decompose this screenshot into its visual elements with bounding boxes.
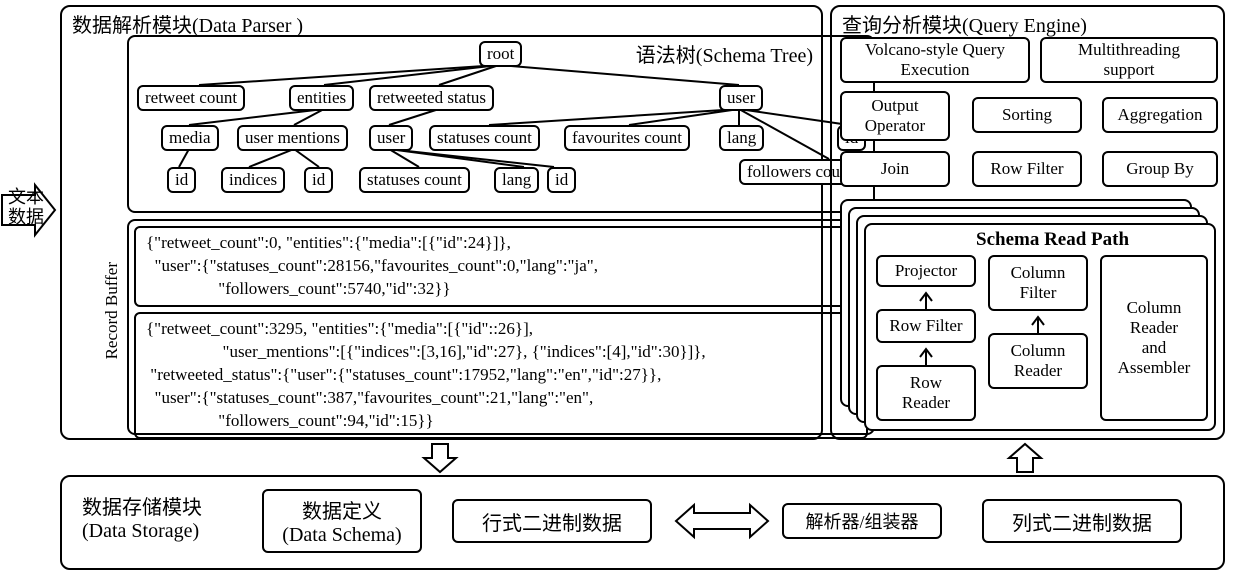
schema-read-path-title: Schema Read Path <box>976 229 1129 251</box>
storage-title-en: (Data Storage) <box>82 520 202 543</box>
record-buffer-label: Record Buffer <box>102 262 122 359</box>
input-arrow: 文本 数据 <box>0 180 60 245</box>
sorting-box: Sorting <box>972 97 1082 133</box>
col-binary-box: 列式二进制数据 <box>982 499 1182 543</box>
multithreading-box: Multithreading support <box>1040 37 1218 83</box>
node-media: media <box>161 125 219 151</box>
row-filter2-box: Row Filter <box>876 309 976 343</box>
node-user: user <box>719 85 763 111</box>
schema-en: (Data Schema) <box>282 524 401 547</box>
node-root: root <box>479 41 522 67</box>
join-box: Join <box>840 151 950 187</box>
arrow-down-parser <box>420 442 460 474</box>
node-indices: indices <box>221 167 285 193</box>
node-lang: lang <box>719 125 764 151</box>
node-retweeted-status: retweeted status <box>369 85 494 111</box>
node-id1: id <box>167 167 196 193</box>
row-reader-box: Row Reader <box>876 365 976 421</box>
row-binary-box: 行式二进制数据 <box>452 499 652 543</box>
json-record-1: {"retweet_count":0, "entities":{"media":… <box>134 226 868 307</box>
data-parser-panel: 数据解析模块(Data Parser ) 语法树(Schema Tree) <box>60 5 823 440</box>
volcano-box: Volcano-style Query Execution <box>840 37 1030 83</box>
record-buffer-panel: {"retweet_count":0, "entities":{"media":… <box>127 219 875 435</box>
arrow-up-1 <box>918 289 934 309</box>
arrow-up-2 <box>918 345 934 365</box>
arrow-up-query <box>1005 442 1045 474</box>
node-retweet-count: retweet count <box>137 85 245 111</box>
parser-assembler-box: 解析器/组装器 <box>782 503 942 539</box>
node-entities: entities <box>289 85 354 111</box>
schema-tree-title: 语法树(Schema Tree) <box>636 39 813 68</box>
row-filter-box: Row Filter <box>972 151 1082 187</box>
query-engine-panel: 查询分析模块(Query Engine) Volcano-style Query… <box>830 5 1225 440</box>
json-record-2: {"retweet_count":3295, "entities":{"medi… <box>134 312 868 439</box>
column-reader-assembler-box: Column Reader and Assembler <box>1100 255 1208 421</box>
node-id3: id <box>547 167 576 193</box>
node-statuses-count: statuses count <box>429 125 540 151</box>
schema-tree-panel: 语法树(Schema Tree) <box>127 35 875 213</box>
node-lang2: lang <box>494 167 539 193</box>
input-label: 文本 数据 <box>8 188 44 228</box>
output-operator-box: Output Operator <box>840 91 950 141</box>
column-filter-box: Column Filter <box>988 255 1088 311</box>
data-storage-panel: 数据存储模块 (Data Storage) 数据定义 (Data Schema)… <box>60 475 1225 570</box>
node-favourites-count: favourites count <box>564 125 690 151</box>
schema-read-path-stack: Schema Read Path Projector Row Filter Ro… <box>840 199 1218 431</box>
parser-title: 数据解析模块(Data Parser ) <box>72 9 303 38</box>
node-id2: id <box>304 167 333 193</box>
aggregation-box: Aggregation <box>1102 97 1218 133</box>
column-reader-box: Column Reader <box>988 333 1088 389</box>
arrow-up-3 <box>1030 313 1046 333</box>
group-by-box: Group By <box>1102 151 1218 187</box>
node-user2: user <box>369 125 413 151</box>
schema-cn: 数据定义 <box>302 495 382 524</box>
projector-box: Projector <box>876 255 976 287</box>
node-user-mentions: user mentions <box>237 125 348 151</box>
storage-title-cn: 数据存储模块 <box>82 491 202 520</box>
bidir-arrow <box>672 499 772 543</box>
node-statuses-count2: statuses count <box>359 167 470 193</box>
query-title: 查询分析模块(Query Engine) <box>842 9 1087 38</box>
